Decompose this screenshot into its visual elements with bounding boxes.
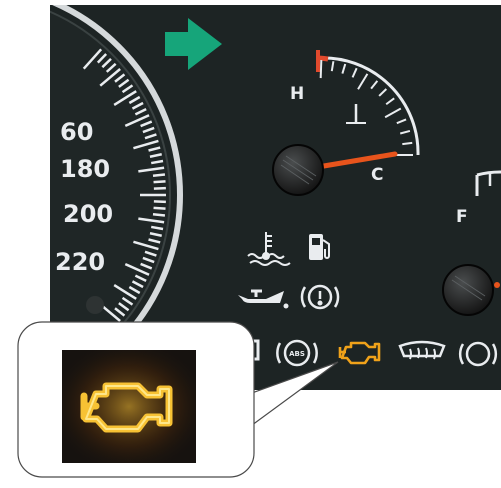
tick-mark — [152, 212, 166, 217]
fuel-needle — [494, 282, 500, 288]
speed-label-220: 220 — [55, 248, 105, 276]
speedometer-hub — [86, 296, 104, 314]
tick-mark — [153, 180, 166, 184]
fuel-full-label: F — [456, 207, 468, 227]
abs-icon-label: ABS — [289, 350, 305, 358]
speed-label-200: 200 — [63, 200, 113, 228]
tick-mark — [152, 173, 166, 178]
instrument-cluster: 60 180 200 220 H C F ABS — [17, 5, 501, 478]
tick-mark — [153, 206, 166, 210]
speed-label-180: 180 — [60, 155, 110, 183]
speed-label-60: 60 — [60, 118, 93, 146]
temp-cold-label: C — [371, 165, 383, 185]
temp-hot-label: H — [290, 84, 304, 104]
tick-mark — [319, 60, 323, 79]
tick-mark — [402, 141, 413, 146]
fuel-needle-cap — [442, 264, 494, 316]
